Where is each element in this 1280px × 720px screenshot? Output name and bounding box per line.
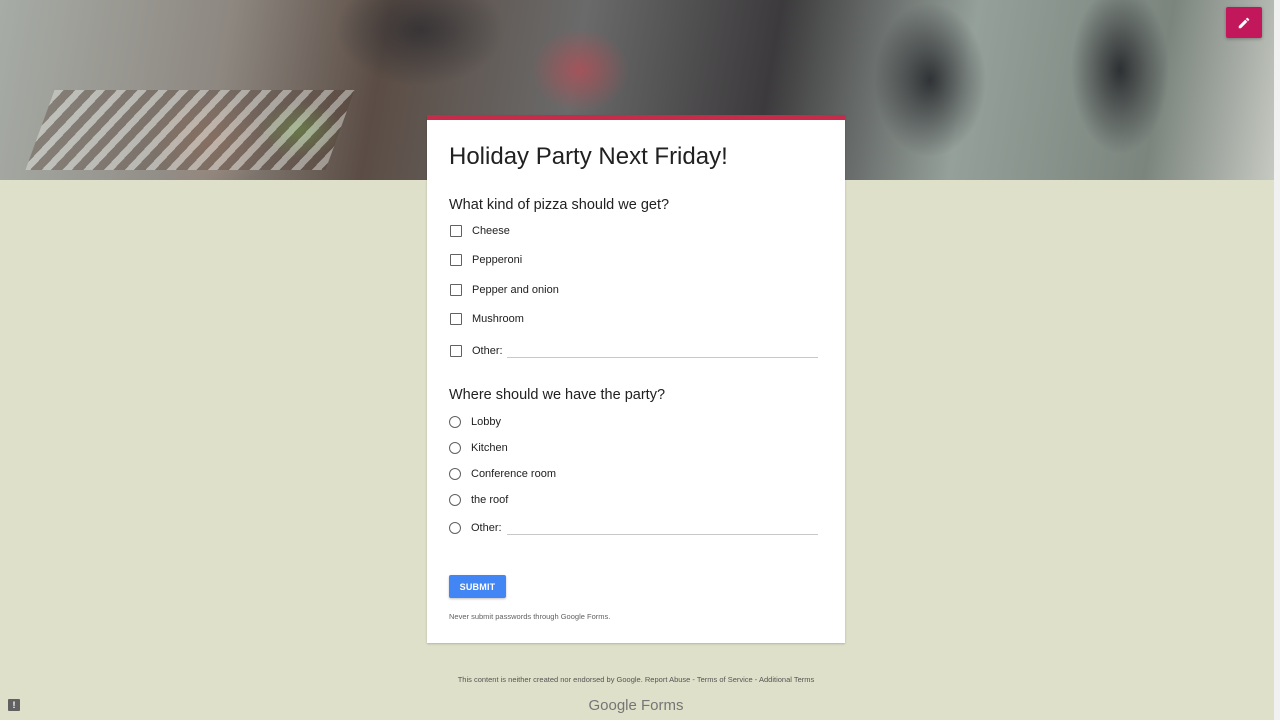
checkbox-option-cheese[interactable]: Cheese xyxy=(449,221,510,241)
option-label: Other: xyxy=(472,345,503,357)
banner-rug-pattern xyxy=(25,90,355,170)
google-forms-logo[interactable]: Google Forms xyxy=(0,697,1272,714)
option-label: Other: xyxy=(471,522,502,534)
other-text-input-location[interactable] xyxy=(507,534,818,535)
radio-option-conference-room[interactable]: Conference room xyxy=(449,464,556,484)
option-label: Pepper and onion xyxy=(472,284,559,296)
checkbox-option-pepperoni[interactable]: Pepperoni xyxy=(449,250,522,270)
radio-button[interactable] xyxy=(449,468,461,480)
logo-google-text: Google xyxy=(588,697,637,714)
question-location-title: Where should we have the party? xyxy=(449,387,666,403)
page-scrollbar[interactable] xyxy=(1274,0,1280,720)
checkbox[interactable] xyxy=(450,313,462,325)
radio-option-other[interactable]: Other: xyxy=(449,518,502,538)
report-icon[interactable]: ! xyxy=(8,699,20,711)
checkbox[interactable] xyxy=(450,254,462,266)
option-label: Lobby xyxy=(471,416,501,428)
footer-disclaimer: This content is neither created nor endo… xyxy=(457,675,815,684)
radio-option-lobby[interactable]: Lobby xyxy=(449,412,501,432)
pencil-icon xyxy=(1238,17,1250,28)
option-label: Mushroom xyxy=(472,313,524,325)
password-warning: Never submit passwords through Google Fo… xyxy=(449,612,611,621)
checkbox[interactable] xyxy=(450,225,462,237)
checkbox-option-other[interactable]: Other: xyxy=(449,341,503,361)
radio-option-roof[interactable]: the roof xyxy=(449,490,508,510)
option-label: Cheese xyxy=(472,225,510,237)
checkbox[interactable] xyxy=(450,284,462,296)
checkbox-option-pepper-onion[interactable]: Pepper and onion xyxy=(449,280,559,300)
other-text-input-pizza[interactable] xyxy=(507,357,818,358)
form-accent-bar xyxy=(427,115,845,120)
submit-button[interactable]: SUBMIT xyxy=(449,575,506,598)
option-label: Kitchen xyxy=(471,442,508,454)
checkbox[interactable] xyxy=(450,345,462,357)
radio-button[interactable] xyxy=(449,416,461,428)
checkbox-option-mushroom[interactable]: Mushroom xyxy=(449,309,524,329)
form-title: Holiday Party Next Friday! xyxy=(449,143,728,170)
option-label: Conference room xyxy=(471,468,556,480)
question-pizza-title: What kind of pizza should we get? xyxy=(449,197,670,213)
radio-button[interactable] xyxy=(449,522,461,534)
form-card: Holiday Party Next Friday! What kind of … xyxy=(427,115,845,643)
radio-option-kitchen[interactable]: Kitchen xyxy=(449,438,508,458)
option-label: Pepperoni xyxy=(472,254,523,266)
radio-button[interactable] xyxy=(449,494,461,506)
edit-button[interactable] xyxy=(1226,7,1262,38)
logo-forms-text: Forms xyxy=(641,697,684,714)
option-label: the roof xyxy=(471,494,509,506)
radio-button[interactable] xyxy=(449,442,461,454)
